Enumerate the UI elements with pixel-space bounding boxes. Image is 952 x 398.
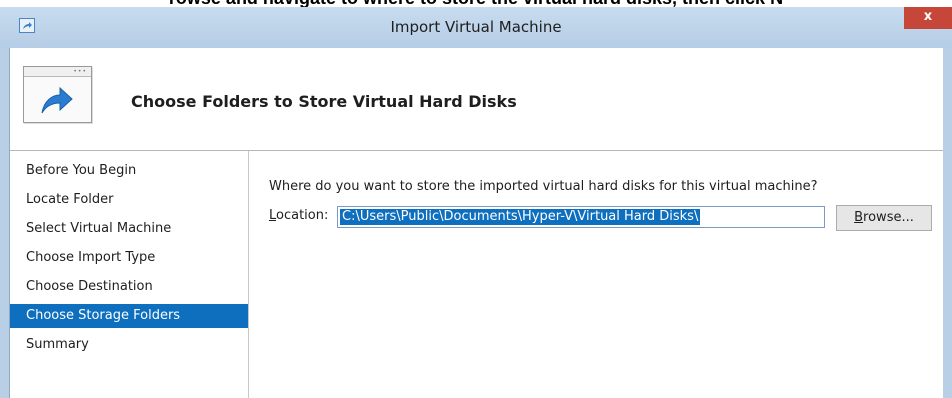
nav-item-locate-folder[interactable]: Locate Folder xyxy=(10,188,248,212)
location-label: Location: xyxy=(269,208,328,223)
nav-item-summary[interactable]: Summary xyxy=(10,333,248,357)
wizard-step-list: Before You Begin Locate Folder Select Vi… xyxy=(10,151,249,398)
page-title: Choose Folders to Store Virtual Hard Dis… xyxy=(131,92,517,111)
wizard-icon-titlebar: ••• xyxy=(24,67,91,77)
location-label-text: ocation: xyxy=(276,208,329,223)
wizard-client-area: ••• Choose Folders to Store Virtual Hard… xyxy=(9,48,943,398)
nav-item-choose-storage-folders[interactable]: Choose Storage Folders xyxy=(10,304,248,328)
wizard-icon-dots: ••• xyxy=(73,68,87,75)
location-input-value: C:\Users\Public\Documents\Hyper-V\Virtua… xyxy=(340,209,701,225)
nav-item-select-virtual-machine[interactable]: Select Virtual Machine xyxy=(10,217,248,241)
location-access-key: L xyxy=(269,208,277,223)
nav-item-choose-destination[interactable]: Choose Destination xyxy=(10,275,248,299)
import-virtual-machine-window: Import Virtual Machine x ••• Choose Fold… xyxy=(0,7,952,398)
wizard-header: ••• Choose Folders to Store Virtual Hard… xyxy=(10,48,943,151)
browse-button[interactable]: Browse... xyxy=(836,205,932,231)
location-input[interactable]: C:\Users\Public\Documents\Hyper-V\Virtua… xyxy=(337,206,825,228)
arrow-icon xyxy=(41,86,73,114)
nav-item-choose-import-type[interactable]: Choose Import Type xyxy=(10,246,248,270)
storage-question: Where do you want to store the imported … xyxy=(269,179,818,194)
browse-access-key: B xyxy=(854,210,864,225)
nav-item-before-you-begin[interactable]: Before You Begin xyxy=(10,159,248,183)
wizard-content: Where do you want to store the imported … xyxy=(249,151,943,398)
browse-label-text: rowse... xyxy=(863,210,914,225)
window-title: Import Virtual Machine xyxy=(390,18,562,36)
title-bar[interactable]: Import Virtual Machine x xyxy=(0,7,952,48)
close-icon: x xyxy=(923,9,933,24)
window-frame-right xyxy=(943,48,952,398)
window-frame-left xyxy=(0,48,9,398)
import-wizard-icon: ••• xyxy=(23,66,92,123)
close-button[interactable]: x xyxy=(904,7,952,29)
